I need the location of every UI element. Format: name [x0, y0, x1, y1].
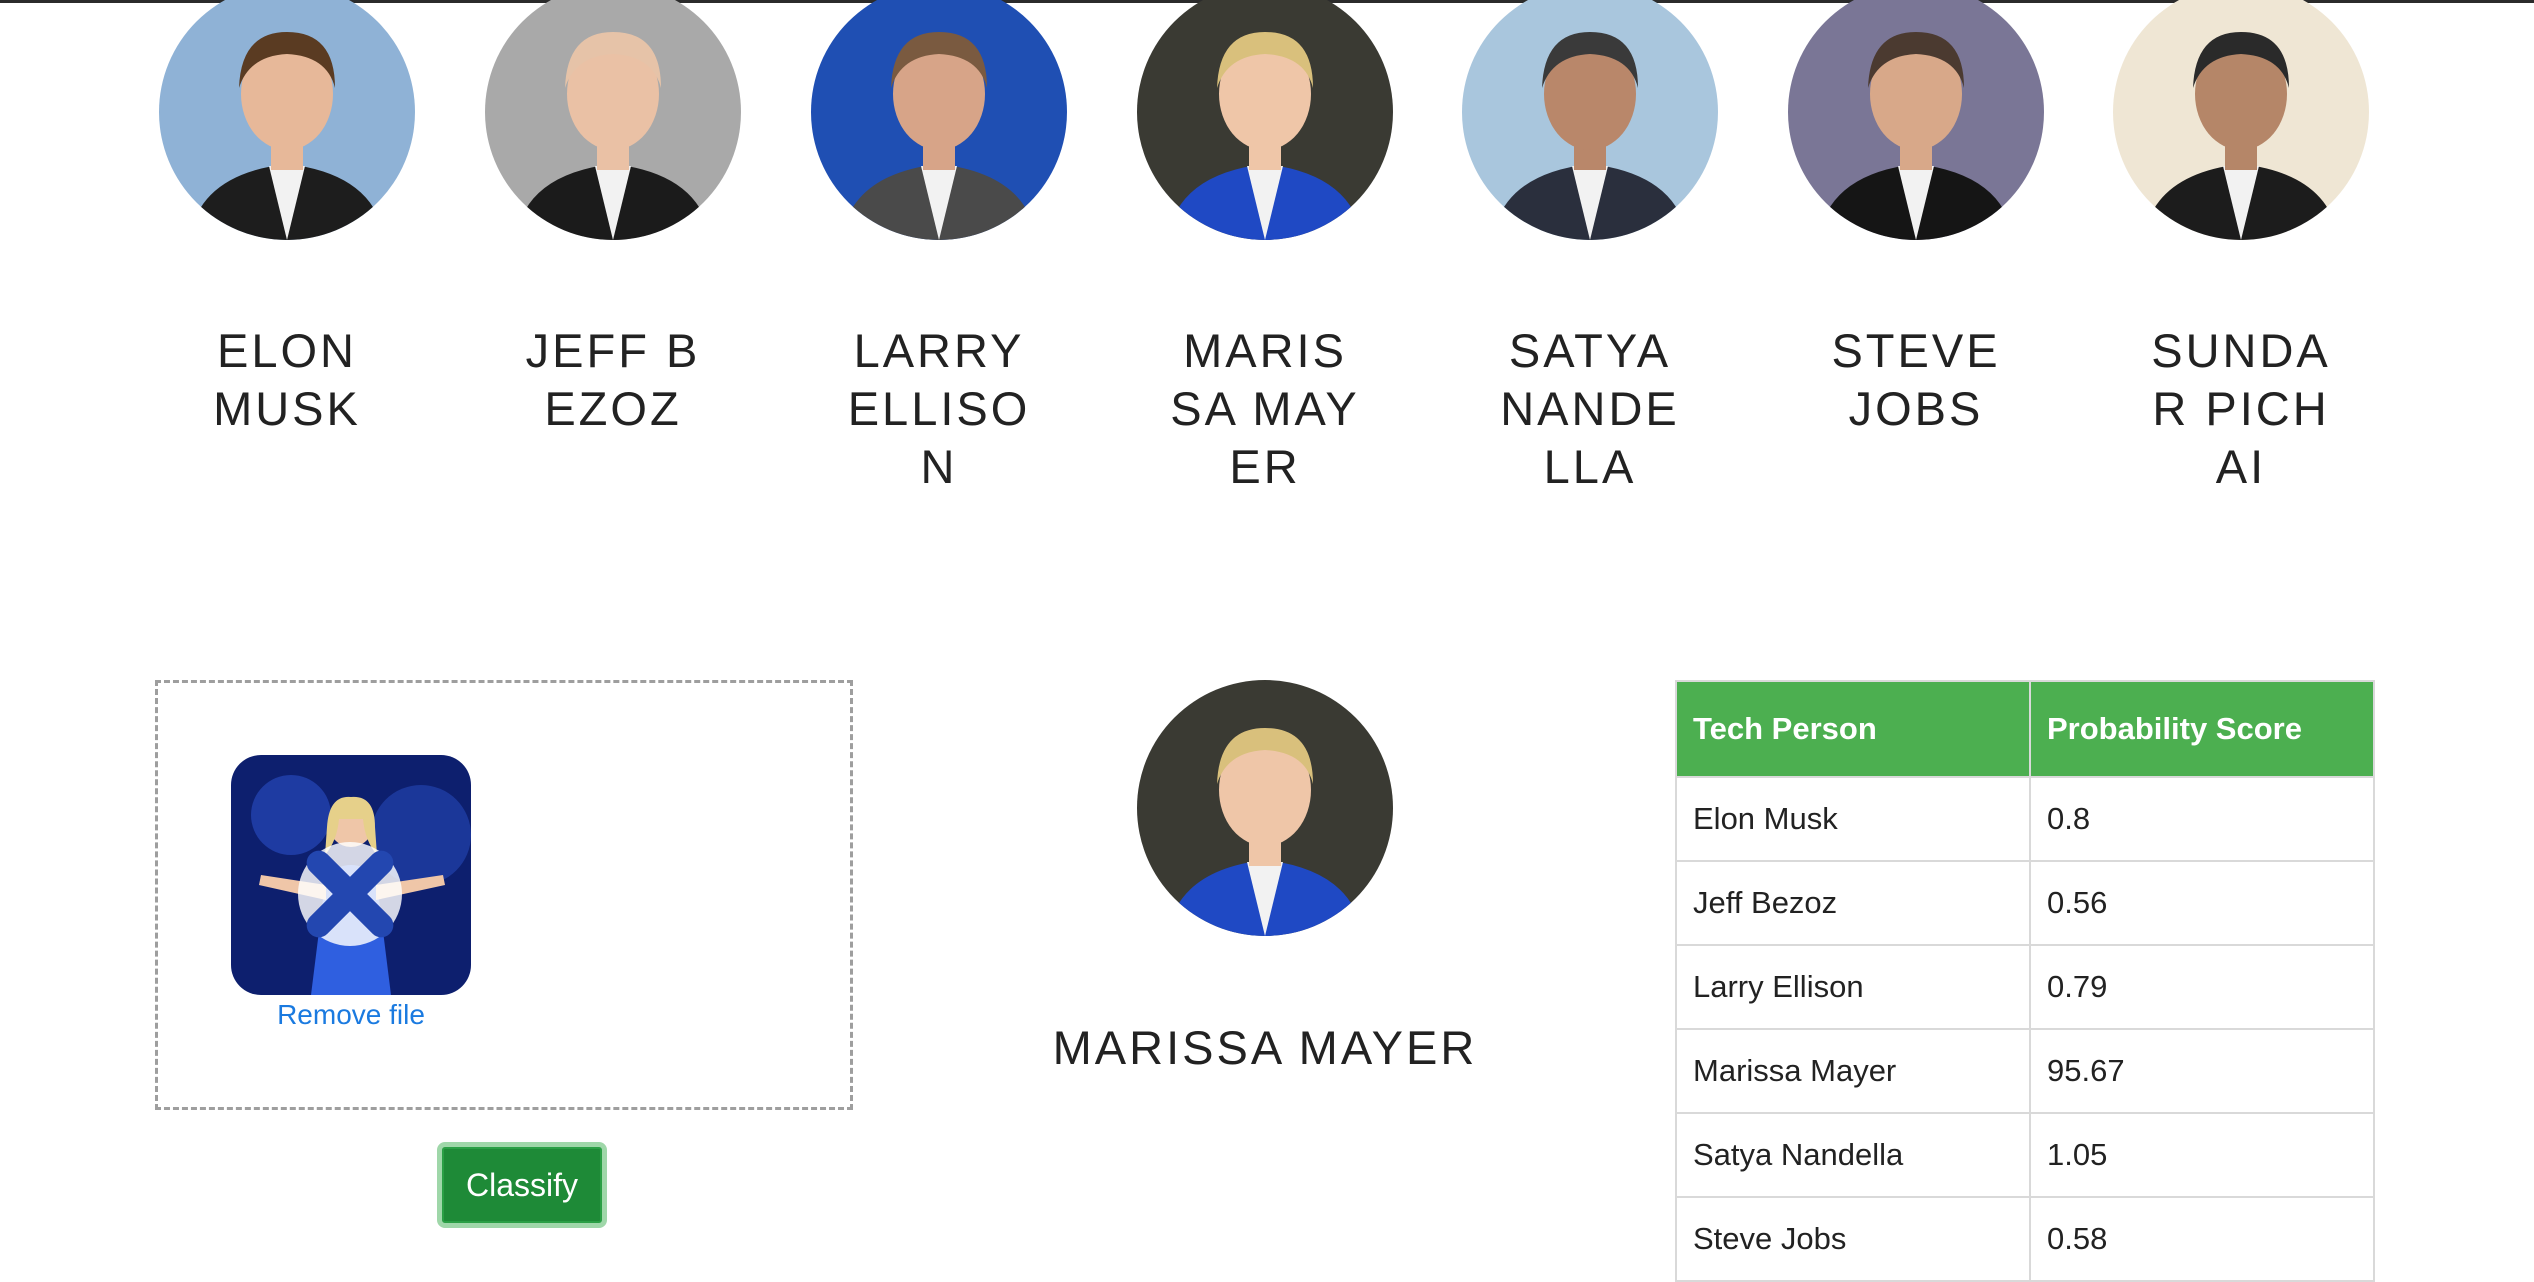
person-card-jeff-bezoz: JEFF BEZOZ: [463, 0, 763, 438]
close-icon: [306, 850, 394, 938]
jeff-bezos-photo: [485, 0, 741, 240]
result-person-name: MARISSA MAYER: [1052, 1021, 1478, 1074]
person-card-marissa-mayer: MARISSA MAYER: [1115, 0, 1415, 496]
table-cell-person: Elon Musk: [1675, 776, 2031, 862]
person-name: JEFF BEZOZ: [525, 324, 701, 435]
image-dropzone[interactable]: Remove file: [155, 680, 853, 1110]
table-cell-score: 95.67: [2029, 1028, 2375, 1114]
table-header-row: Tech Person Probability Score: [1675, 680, 2375, 778]
person-name: SATYA NANDELLA: [1500, 324, 1680, 493]
table-row: Satya Nandella 1.05: [1675, 1112, 2375, 1198]
marissa-mayer-photo: [1137, 0, 1393, 240]
steve-jobs-photo: [1788, 0, 2044, 240]
person-name: SUNDAR PICHAI: [2151, 324, 2331, 493]
person-name: LARRY ELLISON: [847, 324, 1031, 493]
remove-file-icon[interactable]: [298, 842, 402, 946]
person-card-sundar-pichai: SUNDAR PICHAI: [2091, 0, 2391, 496]
larry-ellison-photo: [811, 0, 1067, 240]
table-cell-person: Steve Jobs: [1675, 1196, 2031, 1282]
person-name: STEVE JOBS: [1831, 324, 2001, 435]
table-cell-score: 0.58: [2029, 1196, 2375, 1282]
satya-nadella-photo: [1462, 0, 1718, 240]
person-card-elon-musk: ELON MUSK: [137, 0, 437, 438]
column-header-score: Probability Score: [2029, 680, 2375, 778]
table-cell-person: Larry Ellison: [1675, 944, 2031, 1030]
result-photo: [1137, 680, 1393, 936]
table-row: Marissa Mayer 95.67: [1675, 1028, 2375, 1114]
person-card-steve-jobs: STEVE JOBS: [1766, 0, 2066, 438]
table-row: Jeff Bezoz 0.56: [1675, 860, 2375, 946]
table-row: Larry Ellison 0.79: [1675, 944, 2375, 1030]
table-row: Elon Musk 0.8: [1675, 776, 2375, 862]
uploaded-file-preview: Remove file: [231, 755, 471, 1031]
table-cell-person: Satya Nandella: [1675, 1112, 2031, 1198]
table-cell-score: 0.8: [2029, 776, 2375, 862]
person-name: MARISSA MAYER: [1170, 324, 1360, 493]
elon-musk-photo: [159, 0, 415, 240]
table-cell-score: 0.79: [2029, 944, 2375, 1030]
classify-button[interactable]: Classify: [437, 1142, 607, 1228]
table-cell-person: Jeff Bezoz: [1675, 860, 2031, 946]
person-card-satya-nandella: SATYA NANDELLA: [1440, 0, 1740, 496]
table-row: Steve Jobs 0.58: [1675, 1196, 2375, 1282]
column-header-person: Tech Person: [1675, 680, 2031, 778]
sundar-pichai-photo: [2113, 0, 2369, 240]
table-cell-person: Marissa Mayer: [1675, 1028, 2031, 1114]
uploaded-image-thumbnail: [231, 755, 471, 995]
celebrity-gallery: ELON MUSK JEFF BEZOZ LARRY ELLISON MARIS…: [0, 0, 2534, 600]
remove-file-link[interactable]: Remove file: [231, 999, 471, 1031]
table-cell-score: 0.56: [2029, 860, 2375, 946]
table-cell-score: 1.05: [2029, 1112, 2375, 1198]
probability-table: Tech Person Probability Score Elon Musk …: [1675, 680, 2375, 1282]
person-name: ELON MUSK: [213, 324, 361, 435]
person-card-larry-ellison: LARRY ELLISON: [789, 0, 1089, 496]
